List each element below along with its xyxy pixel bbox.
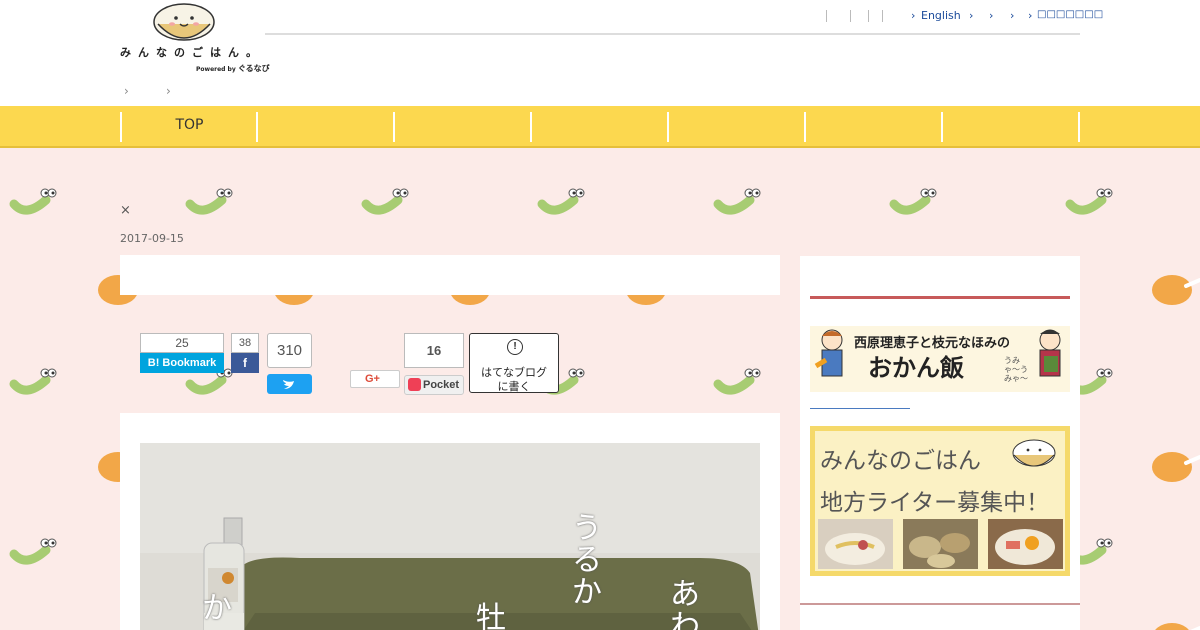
chevron-right-icon[interactable]: › <box>989 9 993 22</box>
hero-text-kaki: 牡 <box>476 601 506 630</box>
hero-image: うるか あわ 牡 か <box>140 443 760 630</box>
article-body: うるか あわ 牡 か <box>120 413 780 630</box>
top-nav-separator <box>868 10 869 22</box>
character-illustration-right <box>1039 329 1061 377</box>
hatena-bookmark-button[interactable]: B! Bookmark <box>140 353 224 373</box>
sidebar-bottom-rule <box>800 603 1080 605</box>
top-nav-separator <box>882 10 883 22</box>
banner-main-text: おかん飯 <box>868 353 964 382</box>
breadcrumb-separator: › <box>166 84 171 98</box>
facebook-share-button[interactable]: f <box>231 353 259 373</box>
rice-bowl-icon <box>1012 439 1056 467</box>
twitter-share-button[interactable] <box>267 374 312 394</box>
hero-text-awa: あわ <box>670 577 700 630</box>
rice-bowl-icon <box>153 3 215 41</box>
breadcrumb-separator: › <box>124 84 129 98</box>
nav-item[interactable] <box>532 106 669 146</box>
header-divider <box>265 33 1080 35</box>
hatena-blog-icon: ! <box>507 339 523 355</box>
pocket-count[interactable]: 16 <box>404 333 464 368</box>
nav-item-top[interactable]: TOP <box>121 106 258 146</box>
donburi-photo <box>988 519 1063 569</box>
main-area: × 2017-09-15 25 B! Bookmark 38 f 310 G+ … <box>0 148 1200 630</box>
hero-text-uruka: うるか <box>572 511 602 610</box>
hatena-blog-label-line1: はてなブログ <box>481 367 547 379</box>
nav-item[interactable] <box>258 106 395 146</box>
sidebar-link-underline[interactable] <box>810 408 910 409</box>
hatena-bookmark-count[interactable]: 25 <box>140 333 224 353</box>
top-nav-english[interactable]: English <box>921 9 961 22</box>
logo-text: みんなのごはん。 <box>120 46 264 59</box>
logo-powered-by: Powered by ぐるなび <box>196 63 270 74</box>
hero-text-ka: か <box>202 591 232 626</box>
site-header: みんなのごはん。 Powered by ぐるなび › English › › ›… <box>0 0 1200 106</box>
sidebar-heading-rule <box>810 296 1070 299</box>
global-nav: TOP <box>0 106 1200 148</box>
nav-divider <box>1078 112 1080 142</box>
chevron-right-icon: › <box>1028 9 1033 22</box>
okan-meshi-banner[interactable]: 西原理恵子と枝元なほみの おかん飯 うみゃ〜うみゃ〜 <box>810 326 1070 392</box>
character-illustration-left <box>814 329 843 377</box>
twitter-bird-icon <box>283 380 294 389</box>
nav-item[interactable] <box>395 106 532 146</box>
nav-item[interactable] <box>943 106 1080 146</box>
top-nav-last-link[interactable]: □□□□□□□ <box>1037 9 1103 20</box>
twitter-share-count[interactable]: 310 <box>267 333 312 368</box>
article-title-box <box>120 255 780 295</box>
nav-item[interactable] <box>806 106 943 146</box>
banner-line-2: 地方ライター募集中！ <box>820 490 1050 516</box>
post-date: 2017-09-15 <box>120 232 184 245</box>
top-nav-separator <box>850 10 851 22</box>
sidebar: 西原理恵子と枝元なほみの おかん飯 うみゃ〜うみゃ〜 みんなのごはん 地方ライタ… <box>800 256 1080 630</box>
gnavi-brand: ぐるなび <box>237 64 270 73</box>
chevron-right-icon[interactable]: › <box>1010 9 1014 22</box>
banner-line-1: みんなのごはん <box>820 448 981 474</box>
hatena-blog-label-line2: に書く <box>497 381 531 393</box>
top-nav: › English › › › › □□□□□□□ <box>820 9 1103 25</box>
google-plus-button[interactable]: G+ <box>350 370 400 388</box>
close-icon[interactable]: × <box>120 203 131 218</box>
ramen-photo <box>818 519 893 569</box>
nav-item[interactable] <box>669 106 806 146</box>
facebook-share-count[interactable]: 38 <box>231 333 259 353</box>
hatena-blog-write-button[interactable]: ! はてなブログ に書く <box>469 333 559 393</box>
oyster-photo <box>903 519 978 569</box>
writer-recruit-banner[interactable]: みんなのごはん 地方ライター募集中！ <box>810 426 1070 576</box>
writer-recruit-inner: みんなのごはん 地方ライター募集中！ <box>815 431 1065 571</box>
powered-by-label: Powered by <box>196 66 236 73</box>
site-logo[interactable]: みんなのごはん。 Powered by ぐるなび <box>120 2 270 74</box>
pocket-icon <box>408 378 421 391</box>
pocket-label: Pocket <box>423 379 460 391</box>
chevron-right-icon[interactable]: › <box>969 9 973 22</box>
chevron-right-icon: › <box>911 9 916 22</box>
pocket-button[interactable]: Pocket <box>404 375 464 395</box>
banner-sub-text: うみゃ〜うみゃ〜 <box>1004 356 1028 383</box>
top-nav-separator <box>826 10 827 22</box>
